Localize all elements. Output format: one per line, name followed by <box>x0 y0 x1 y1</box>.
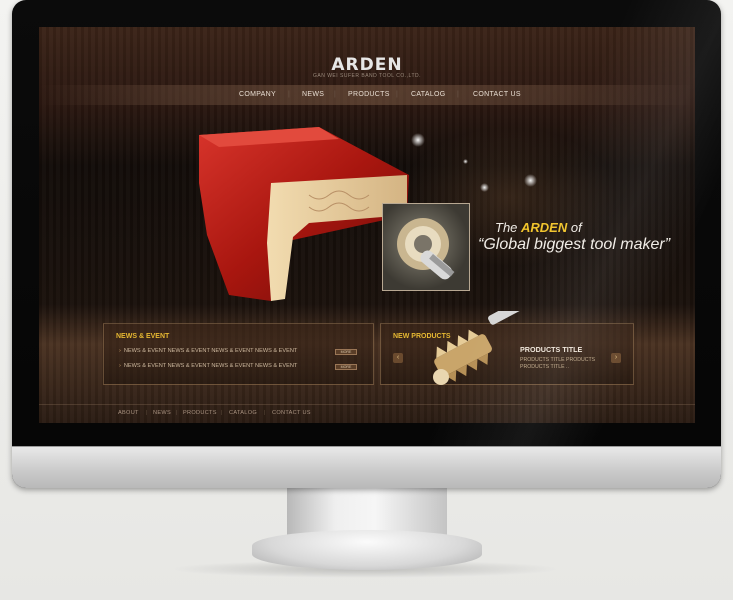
nav-catalog[interactable]: CATALOG <box>411 91 446 98</box>
light-flare <box>463 159 468 164</box>
hero-tagline: The ARDEN of <box>495 220 582 235</box>
news-item-text: NEWS & EVENT NEWS & EVENT NEWS & EVENT N… <box>123 348 298 354</box>
nav-separator: | <box>396 91 398 98</box>
product-description: PRODUCTS TITLE .. <box>520 364 569 370</box>
product-image[interactable] <box>411 311 531 395</box>
monitor-chin <box>12 446 721 488</box>
footer-separator: | <box>176 410 178 416</box>
cutter-thumbnail[interactable] <box>382 203 470 291</box>
footer-separator: | <box>146 410 148 416</box>
footer-link-catalog[interactable]: CATALOG <box>229 410 257 416</box>
footer-link-about[interactable]: ABOUT <box>118 410 139 416</box>
nav-separator: | <box>457 91 459 98</box>
nav-news[interactable]: NEWS <box>302 91 324 98</box>
monitor-neck <box>287 488 447 536</box>
nav-products[interactable]: PRODUCTS <box>348 91 390 98</box>
nav-company[interactable]: COMPANY <box>239 91 276 98</box>
footer-link-news[interactable]: NEWS <box>153 410 171 416</box>
chevron-right-icon: › <box>119 363 121 369</box>
footer-divider <box>39 404 695 405</box>
hero-tagline-line2: “Global biggest tool maker” <box>478 236 671 253</box>
nav-separator: | <box>288 91 290 98</box>
site-logo[interactable]: ARDEN <box>39 55 695 75</box>
news-panel-title: NEWS & EVENT <box>116 333 170 340</box>
footer-link-contact-us[interactable]: CONTACT US <box>272 410 311 416</box>
nav-contact-us[interactable]: CONTACT US <box>473 91 521 98</box>
news-item[interactable]: › NEWS & EVENT NEWS & EVENT NEWS & EVENT … <box>119 348 297 354</box>
product-title[interactable]: PRODUCTS TITLE <box>520 345 582 354</box>
wood-profile-image <box>199 127 409 301</box>
chevron-right-icon: › <box>119 348 121 354</box>
next-product-button[interactable]: › <box>611 353 621 363</box>
footer-separator: | <box>221 410 223 416</box>
news-more-button[interactable]: MORE <box>335 349 357 355</box>
tagline-brand: ARDEN <box>521 220 568 235</box>
router-bit-icon <box>397 218 455 280</box>
footer-separator: | <box>264 410 266 416</box>
monitor-base <box>252 530 482 570</box>
news-more-button[interactable]: MORE <box>335 364 357 370</box>
nav-separator: | <box>334 91 336 98</box>
light-flare <box>524 174 537 187</box>
product-description: PRODUCTS TITLE PRODUCTS <box>520 357 596 363</box>
chevron-right-icon: › <box>614 354 618 361</box>
light-flare <box>480 183 489 192</box>
tagline-suffix: of <box>567 220 582 235</box>
news-item[interactable]: › NEWS & EVENT NEWS & EVENT NEWS & EVENT … <box>119 363 297 369</box>
website-screen: ARDEN GAN WEI SUFER BAND TOOL CO.,LTD. C… <box>39 27 695 423</box>
chevron-left-icon: ‹ <box>396 354 400 361</box>
prev-product-button[interactable]: ‹ <box>393 353 403 363</box>
site-logo-subtitle: GAN WEI SUFER BAND TOOL CO.,LTD. <box>312 73 422 79</box>
tagline-prefix: The <box>495 220 522 235</box>
footer-link-products[interactable]: PRODUCTS <box>183 410 217 416</box>
news-item-text: NEWS & EVENT NEWS & EVENT NEWS & EVENT N… <box>123 363 298 369</box>
